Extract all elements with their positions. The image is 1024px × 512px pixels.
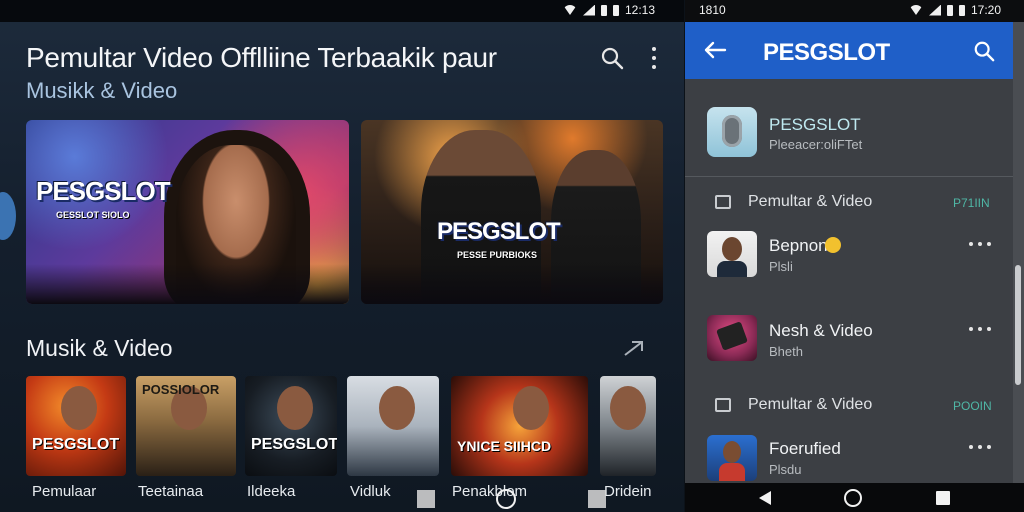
item-2-device (716, 321, 748, 351)
banner-1-logo: PESGSLOT (36, 176, 171, 206)
ghost-nav-recent (588, 490, 606, 508)
search-icon[interactable] (600, 46, 624, 70)
thumb-2-label: Teetainaa (138, 483, 204, 500)
battery-icon-right-2 (959, 4, 965, 16)
thumb-1-label: Pemulaar (32, 483, 97, 500)
section-title: Musik & Video (26, 335, 173, 361)
item-3-sub: Plsdu (769, 462, 802, 477)
item-1-emoji-icon (825, 237, 841, 253)
item-3-body (719, 463, 745, 481)
video-thumb-4[interactable] (347, 376, 439, 476)
app-subtitle: Pleeacer:oliFTet (769, 137, 863, 152)
section-2-icon (715, 398, 731, 412)
item-1-more-icon[interactable] (969, 242, 991, 248)
page-title: Pemultar Video Offlliine Terbaakik paur (26, 42, 497, 73)
content-panel: PESGSLOT Pleeacer:oliFTet Pemultar & Vid… (685, 79, 1013, 483)
app-icon[interactable] (707, 107, 757, 157)
more-options-icon[interactable] (648, 45, 660, 71)
item-3-more-icon[interactable] (969, 445, 991, 451)
divider (685, 176, 1013, 177)
item-3-face (723, 441, 741, 463)
video-thumb-6[interactable] (600, 376, 656, 476)
battery-icon-2 (613, 4, 619, 16)
ghost-nav-home (496, 489, 516, 509)
section-1-icon (715, 195, 731, 209)
app-icon-knob (722, 115, 742, 147)
signal-icon (583, 4, 595, 16)
featured-banner-2[interactable]: PESGSLOT PESSE PURBIOKS (361, 120, 663, 304)
featured-banner-1[interactable]: PESGSLOT GESSLOT SIOLO (26, 120, 349, 304)
nav-home-icon[interactable] (844, 489, 862, 507)
thumb-4-label: Vidluk (350, 483, 391, 500)
wifi-icon-right (909, 5, 923, 15)
item-1-title[interactable]: Bepnon (769, 236, 828, 256)
see-all-arrow-icon[interactable] (622, 338, 646, 358)
banner-1-crowd (26, 264, 349, 304)
ghost-nav-back (417, 490, 435, 508)
search-icon-right[interactable] (973, 40, 995, 62)
battery-icon (601, 4, 607, 16)
thumb-5-person (512, 386, 549, 430)
thumb-6-person (610, 386, 646, 430)
thumb-1-logo: PESGSLOT (32, 436, 120, 453)
section-2-label: Pemultar & Video (748, 396, 873, 413)
status-time-left: 1810 (699, 3, 726, 17)
thumb-6-label: Dridein (604, 483, 652, 500)
scrollbar[interactable] (1015, 265, 1021, 385)
status-time: 12:13 (625, 3, 656, 17)
section-2-right[interactable]: POOIN (953, 399, 992, 413)
section-1-label: Pemultar & Video (748, 193, 873, 210)
item-3-thumb[interactable] (707, 435, 757, 481)
status-icons: 12:13 (563, 3, 655, 17)
right-screen: 1810 17:20 PESGSLOT PESGSLOT Pleeacer:ol… (685, 0, 1024, 512)
app-name[interactable]: PESGSLOT (769, 115, 861, 135)
video-thumb-1[interactable]: PESGSLOT (26, 376, 126, 476)
banner-2-crowd (361, 264, 663, 304)
section-1-right[interactable]: P71IIN (953, 196, 990, 210)
page-subtitle: Musikk & Video (26, 78, 178, 103)
item-2-title[interactable]: Nesh & Video (769, 321, 873, 341)
signal-icon-right (929, 4, 941, 16)
thumb-3-logo: PESGSLOT (251, 436, 337, 453)
nav-recents-icon[interactable] (936, 491, 950, 505)
video-thumb-3[interactable]: PESGSLOT (245, 376, 337, 476)
nav-back-icon[interactable] (759, 491, 771, 505)
item-2-more-icon[interactable] (969, 327, 991, 333)
thumb-5-logo: YNICE SIIHCD (457, 438, 552, 454)
app-bar: PESGSLOT (685, 22, 1013, 79)
banner-1-tagline: GESSLOT SIOLO (56, 210, 130, 220)
banner-2-tagline: PESSE PURBIOKS (457, 250, 538, 260)
thumb-3-person (277, 386, 314, 430)
item-2-thumb[interactable] (707, 315, 757, 361)
banner-2-logo: PESGSLOT (437, 218, 561, 245)
left-screen: 12:13 Pemultar Video Offlliine Terbaakik… (0, 0, 684, 512)
item-1-thumb[interactable] (707, 231, 757, 277)
thumb-4-person (379, 386, 416, 430)
wifi-icon (563, 5, 577, 15)
status-time-left-wrap: 1810 (699, 3, 726, 17)
thumb-2-logo: POSSIOLOR (142, 382, 220, 397)
app-brand: PESGSLOT (763, 39, 890, 66)
drawer-handle[interactable] (0, 192, 16, 240)
status-icons-right: 17:20 (909, 3, 1001, 17)
item-1-body (717, 261, 747, 277)
status-time-right: 17:20 (971, 3, 1002, 17)
item-2-sub: Bheth (769, 344, 803, 359)
video-thumb-5[interactable]: YNICE SIIHCD (451, 376, 588, 476)
thumb-3-label: Ildeeka (247, 483, 296, 500)
video-thumb-2[interactable]: POSSIOLOR (136, 376, 236, 476)
nav-bar (685, 483, 1024, 512)
thumb-1-person (61, 386, 97, 430)
back-arrow-icon[interactable] (703, 40, 727, 60)
item-3-title[interactable]: Foerufied (769, 439, 841, 459)
item-1-sub: Plsli (769, 259, 793, 274)
screenshot: 12:13 Pemultar Video Offlliine Terbaakik… (0, 0, 1024, 512)
item-1-face (722, 237, 742, 261)
battery-icon-right (947, 4, 953, 16)
